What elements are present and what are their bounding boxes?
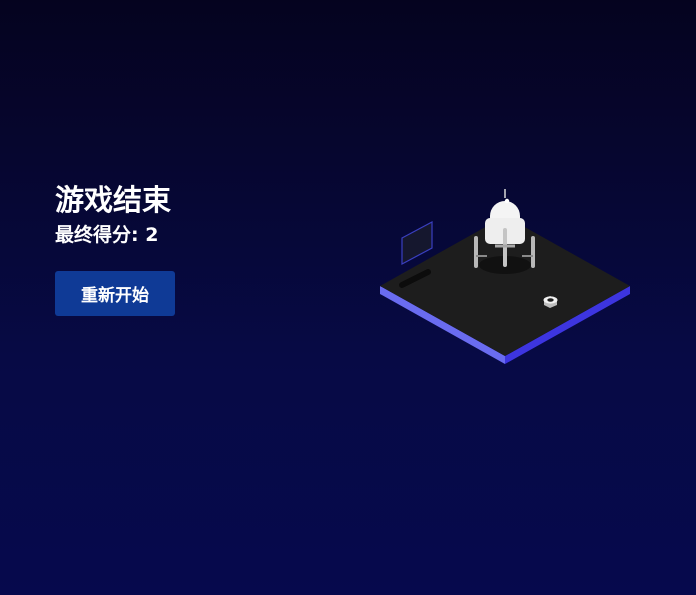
wall-panel-icon (401, 221, 433, 265)
final-score: 最终得分: 2 (55, 222, 315, 248)
game-over-title: 游戏结束 (55, 183, 172, 217)
isometric-board (380, 189, 630, 364)
final-score-label: 最终得分: (55, 224, 139, 246)
game-over-panel: 游戏结束 最终得分: 2 重新开始 (55, 180, 315, 316)
final-score-value: 2 (145, 224, 159, 246)
game-scene (370, 180, 640, 380)
restart-button[interactable]: 重新开始 (55, 271, 175, 316)
